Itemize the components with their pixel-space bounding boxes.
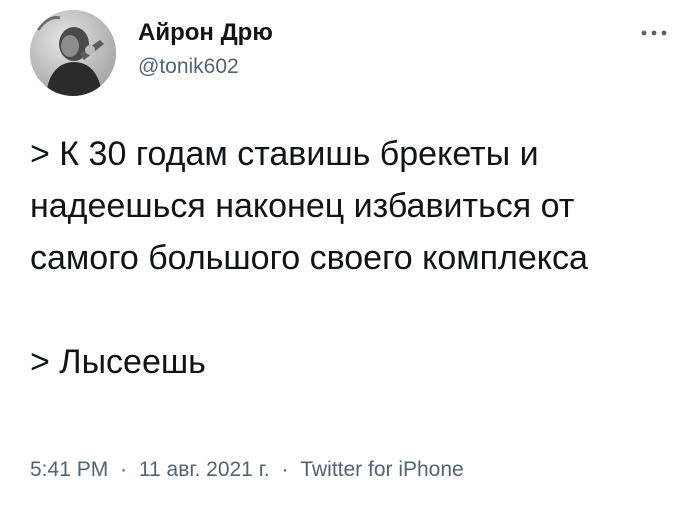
author-display-name[interactable]: Айрон Дрю <box>138 18 273 48</box>
avatar[interactable] <box>30 10 116 96</box>
avatar-photo-icon <box>30 10 116 96</box>
more-options-button[interactable] <box>638 24 670 42</box>
tweet-paragraph: > К 30 годам ставишь брекеты и надеешься… <box>30 135 588 277</box>
separator: · <box>120 458 128 481</box>
author-handle[interactable]: @tonik602 <box>138 54 273 80</box>
tweet-text: > К 30 годам ставишь брекеты и надеешься… <box>30 128 680 388</box>
tweet-date[interactable]: 11 авг. 2021 г. <box>139 458 270 481</box>
author-block: Айрон Дрю @tonik602 <box>138 18 273 80</box>
tweet-metadata: 5:41 PM · 11 авг. 2021 г. · Twitter for … <box>30 456 464 484</box>
more-horizontal-icon <box>641 30 667 36</box>
tweet-paragraph: > Лысеешь <box>30 343 206 381</box>
separator: · <box>281 458 289 481</box>
tweet-time[interactable]: 5:41 PM <box>30 458 108 481</box>
tweet-card: Айрон Дрю @tonik602 > К 30 годам ставишь… <box>0 0 700 505</box>
tweet-source-link[interactable]: Twitter for iPhone <box>300 458 463 481</box>
